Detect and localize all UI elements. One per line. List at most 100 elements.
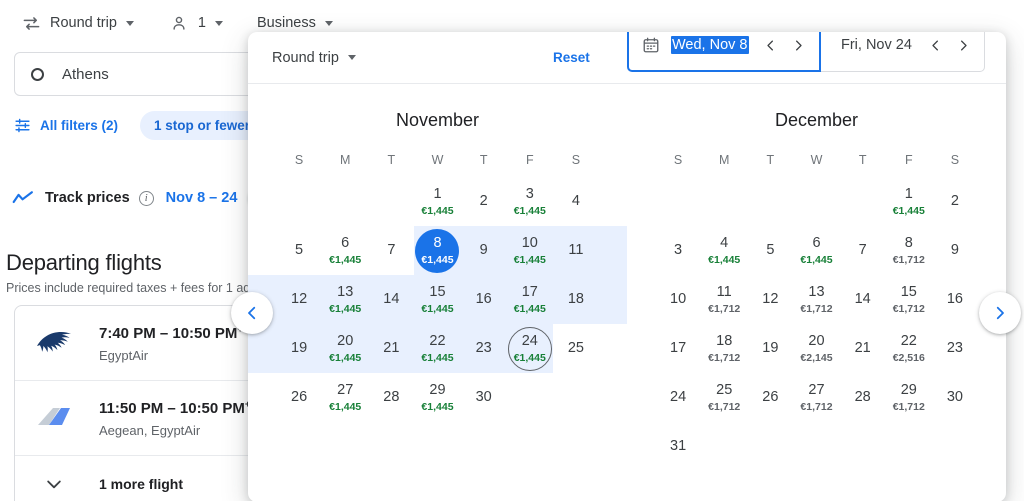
calendar-day-cell[interactable]: 3 <box>655 226 701 275</box>
calendar-day-cell[interactable]: 26 <box>276 373 322 422</box>
calendar-day-cell[interactable]: 25 <box>553 324 599 373</box>
calendar-day-cell[interactable]: 7 <box>840 226 886 275</box>
calendar-day-number: 10 <box>670 291 687 308</box>
calendar-day-cell[interactable]: 26 <box>747 373 793 422</box>
calendar-day-cell[interactable]: 18 <box>551 275 628 324</box>
all-filters-button[interactable]: All filters (2) <box>14 117 118 134</box>
info-icon[interactable]: i <box>138 190 154 206</box>
calendar-day-cell[interactable]: 11 <box>551 226 628 275</box>
calendar-day-cell[interactable]: 28 <box>368 373 414 422</box>
calendar-day-cell[interactable]: 24 <box>655 373 701 422</box>
calendar-day-number: 12 <box>291 291 308 308</box>
calendar-day-cell[interactable]: 19 <box>747 324 793 373</box>
calendar-day-cell[interactable]: 17 €1,445 <box>505 275 554 324</box>
calendar-cell-empty <box>368 177 414 226</box>
calendar-day-number: 12 <box>762 291 779 308</box>
calendar-day-cell[interactable]: 16 <box>459 275 508 324</box>
calendar-day-cell[interactable]: 21 <box>840 324 886 373</box>
calendar-day-cell[interactable]: 14 <box>367 275 416 324</box>
calendar-day-cell[interactable]: 23 <box>459 324 508 373</box>
calendar-day-cell[interactable]: 22 €1,445 <box>413 324 462 373</box>
calendar-day-cell[interactable]: 30 <box>461 373 507 422</box>
calendar-day-number: 2 <box>479 193 488 210</box>
calendar-day-cell[interactable]: 31 <box>655 422 701 471</box>
calendar-day-cell[interactable]: 5 <box>747 226 793 275</box>
calendar-month: December S M T W T F S 1 €1,445 2 3 4 €1,445 5 6 €1,445 7… <box>627 84 1006 471</box>
calendar-day-cell[interactable]: 1 €1,445 <box>886 177 932 226</box>
calendar-day-number: 22 <box>900 332 917 349</box>
calendar-month-title: December <box>774 110 859 130</box>
calendar-day-cell[interactable]: 20 €2,145 <box>793 324 839 373</box>
calendar-day-cell[interactable]: 2 <box>932 177 978 226</box>
calendar-day-cell[interactable]: 20 €1,445 <box>321 324 370 373</box>
calendar-day-cell[interactable]: 6 €1,445 <box>322 226 368 275</box>
chevron-down-icon <box>125 20 134 26</box>
departure-next-day-button[interactable] <box>785 32 811 58</box>
calendar-day-cell[interactable]: 14 <box>840 275 886 324</box>
departure-date-value: Wed, Nov 8 <box>671 36 749 54</box>
calendar-day-cell[interactable]: 10 €1,445 <box>505 226 554 275</box>
calendar-day-cell[interactable]: 13 €1,445 <box>321 275 370 324</box>
calendar-day-cell[interactable]: 10 <box>655 275 701 324</box>
date-picker-trip-type-selector[interactable]: Round trip <box>272 50 356 66</box>
more-flights-label: 1 more flight <box>99 476 184 492</box>
calendar-day-cell[interactable]: 8 €1,445 <box>414 226 462 275</box>
calendar-day-number: 27 <box>808 381 825 398</box>
track-prices-row: Track prices i Nov 8 – 24 <box>12 184 286 212</box>
calendar-day-cell[interactable]: 1 €1,445 <box>414 177 460 226</box>
calendar-day-cell[interactable]: 18 €1,712 <box>701 324 747 373</box>
passengers-selector[interactable]: 1 <box>162 6 229 40</box>
reset-button[interactable]: Reset <box>553 50 590 65</box>
calendar-day-cell[interactable]: 27 €1,445 <box>322 373 368 422</box>
calendar-day-cell[interactable]: 7 <box>368 226 414 275</box>
calendar-day-cell[interactable]: 25 €1,712 <box>701 373 747 422</box>
calendar-day-cell[interactable]: 2 <box>461 177 507 226</box>
calendar-day-cell[interactable]: 15 €1,712 <box>886 275 932 324</box>
calendar-day-cell[interactable]: 21 <box>367 324 416 373</box>
calendar-day-cell[interactable]: 9 <box>932 226 978 275</box>
calendar-day-cell[interactable]: 13 €1,712 <box>793 275 839 324</box>
calendar-day-cell[interactable]: 5 <box>276 226 322 275</box>
return-prev-day-button[interactable] <box>922 32 948 58</box>
previous-results-button[interactable] <box>231 292 273 334</box>
calendar-day-cell[interactable]: 17 <box>655 324 701 373</box>
calendar-day-price: €1,712 <box>708 352 741 364</box>
next-results-button[interactable] <box>979 292 1021 334</box>
calendar-day-cell[interactable]: 8 €1,712 <box>886 226 932 275</box>
return-date-field[interactable]: Fri, Nov 24 <box>821 32 985 72</box>
origin-input[interactable]: Athens <box>62 66 109 83</box>
calendar-day-cell[interactable]: 6 €1,445 <box>793 226 839 275</box>
weekday-label: S <box>571 153 581 167</box>
calendar-day-cell[interactable]: 16 <box>932 275 978 324</box>
calendar-day-cell[interactable]: 29 €1,712 <box>886 373 932 422</box>
calendar-day-cell[interactable]: 19 <box>248 324 324 373</box>
calendar-day-cell[interactable]: 30 <box>932 373 978 422</box>
calendar-day-cell[interactable]: 3 €1,445 <box>507 177 553 226</box>
calendar-day-cell[interactable]: 29 €1,445 <box>414 373 460 422</box>
departure-prev-day-button[interactable] <box>757 32 783 58</box>
track-prices-dates[interactable]: Nov 8 – 24 <box>166 190 238 206</box>
calendar-day-cell[interactable]: 12 <box>248 275 324 324</box>
date-picker-trip-type-label: Round trip <box>272 49 339 66</box>
trip-type-selector[interactable]: Round trip <box>14 6 140 40</box>
filter-chip-stops[interactable]: 1 stop or fewer <box>140 110 265 140</box>
calendar-day-cell[interactable]: 22 €2,516 <box>886 324 932 373</box>
calendar-day-number: 1 <box>433 185 442 202</box>
calendar-day-cell[interactable]: 4 <box>553 177 599 226</box>
calendar-day-cell[interactable]: 28 <box>840 373 886 422</box>
calendar-day-cell[interactable]: 23 <box>932 324 978 373</box>
calendar-day-price: €1,445 <box>513 205 546 217</box>
calendar-day-number: 21 <box>854 340 871 357</box>
calendar-day-cell[interactable]: 15 €1,445 <box>413 275 462 324</box>
calendar-day-cell[interactable]: 24 €1,445 <box>505 324 553 373</box>
departure-date-field[interactable]: Wed, Nov 8 <box>627 32 821 72</box>
calendar-cell-empty <box>747 177 793 226</box>
return-next-day-button[interactable] <box>950 32 976 58</box>
calendar-day-cell[interactable]: 4 €1,445 <box>701 226 747 275</box>
calendar-day-cell[interactable]: 27 €1,712 <box>793 373 839 422</box>
calendar-day-cell[interactable]: 12 <box>747 275 793 324</box>
calendar-day-cell[interactable]: 9 <box>459 226 508 275</box>
calendar-day-cell[interactable]: 11 €1,712 <box>701 275 747 324</box>
calendar-day-number: 2 <box>950 193 959 210</box>
calendar-day-number: 4 <box>571 193 580 210</box>
